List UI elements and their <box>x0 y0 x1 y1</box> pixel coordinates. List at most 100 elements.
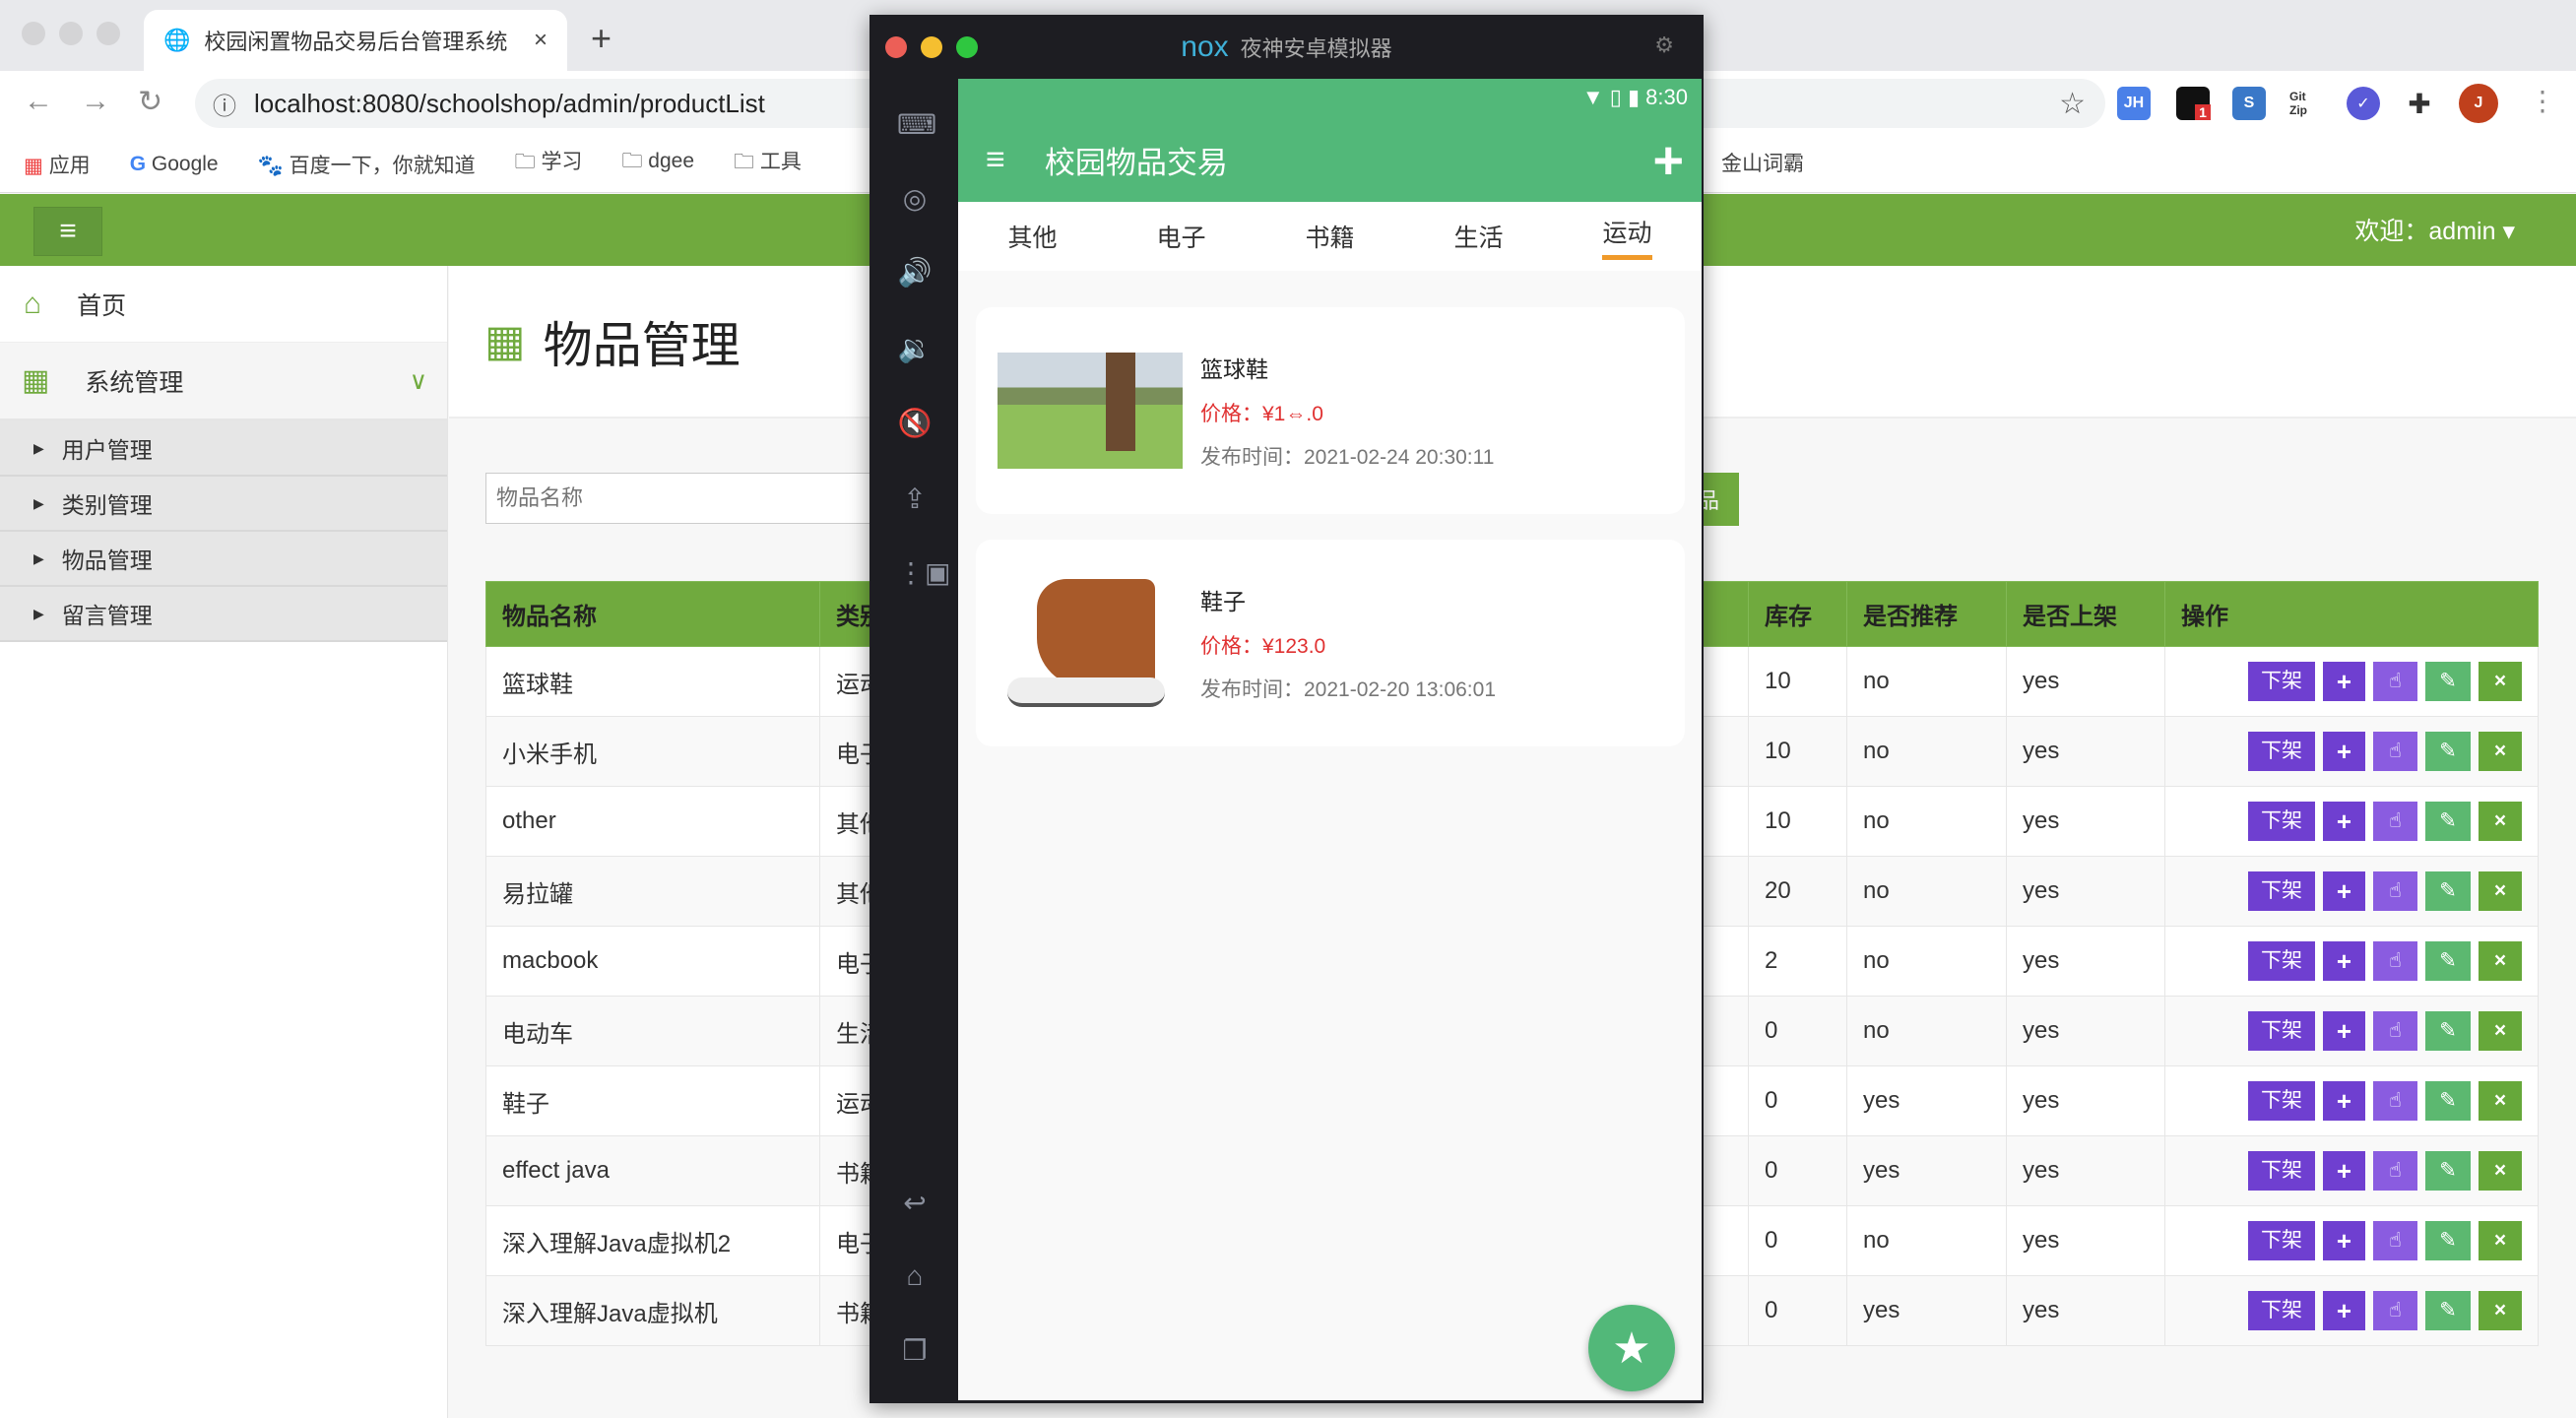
edit-button[interactable]: ✎ <box>2425 732 2471 771</box>
bookmark-folder-study[interactable]: 🗀 学习 <box>515 146 583 182</box>
delete-button[interactable]: × <box>2479 941 2522 981</box>
edit-button[interactable]: ✎ <box>2425 662 2471 701</box>
recommend-hand-icon[interactable]: ☝ <box>2373 1151 2417 1191</box>
edit-button[interactable]: ✎ <box>2425 1151 2471 1191</box>
sidebar-item-home[interactable]: ⌂ 首页 <box>0 266 447 343</box>
add-button[interactable]: + <box>2323 662 2365 701</box>
tab-life[interactable]: 生活 <box>1453 219 1503 254</box>
add-button[interactable]: + <box>2323 1081 2365 1121</box>
sidebar-item-categories[interactable]: ▶ 类别管理 <box>0 477 447 532</box>
off-shelf-button[interactable]: 下架 <box>2248 802 2315 841</box>
bookmark-apps[interactable]: ▦ 应用 <box>24 150 91 179</box>
off-shelf-button[interactable]: 下架 <box>2248 662 2315 701</box>
tab-other[interactable]: 其他 <box>1007 219 1057 254</box>
sidebar-group-system[interactable]: ▦ 系统管理 ∨ <box>0 343 447 421</box>
bookmark-folder-dgee[interactable]: 🗀 dgee <box>621 147 694 181</box>
tab-books[interactable]: 书籍 <box>1305 219 1354 254</box>
reload-icon[interactable]: ↻ <box>138 85 162 119</box>
product-card[interactable]: 篮球鞋 价格：¥1⇔.0 发布时间：2021-02-24 20:30:11 <box>976 307 1685 514</box>
star-icon[interactable]: ☆ <box>2059 87 2086 121</box>
off-shelf-button[interactable]: 下架 <box>2248 941 2315 981</box>
add-button[interactable]: + <box>2323 1291 2365 1330</box>
browser-tab[interactable]: 🌐 校园闲置物品交易后台管理系统 × <box>144 10 567 71</box>
extension-badge-icon[interactable]: 1 <box>2176 87 2211 120</box>
browser-menu-icon[interactable]: ⋮ <box>2529 85 2556 117</box>
edit-button[interactable]: ✎ <box>2425 941 2471 981</box>
window-minimize-button[interactable] <box>59 22 83 45</box>
close-tab-icon[interactable]: × <box>534 27 547 54</box>
window-maximize-button[interactable] <box>97 22 120 45</box>
sidebar-toggle-button[interactable]: ≡ <box>33 207 102 256</box>
recommend-hand-icon[interactable]: ☝ <box>2373 662 2417 701</box>
recommend-hand-icon[interactable]: ☝ <box>2373 1291 2417 1330</box>
android-home-icon[interactable]: ⌂ <box>897 1260 933 1296</box>
recommend-hand-icon[interactable]: ☝ <box>2373 871 2417 911</box>
off-shelf-button[interactable]: 下架 <box>2248 1291 2315 1330</box>
delete-button[interactable]: × <box>2479 1151 2522 1191</box>
edit-button[interactable]: ✎ <box>2425 871 2471 911</box>
recommend-hand-icon[interactable]: ☝ <box>2373 1011 2417 1051</box>
edit-button[interactable]: ✎ <box>2425 1291 2471 1330</box>
recommend-hand-icon[interactable]: ☝ <box>2373 941 2417 981</box>
bookmark-baidu[interactable]: 🐾 百度一下，你就知道 <box>258 150 476 179</box>
location-icon[interactable]: ◎ <box>897 182 933 218</box>
off-shelf-button[interactable]: 下架 <box>2248 871 2315 911</box>
favorite-fab-star-icon[interactable]: ★ <box>1588 1305 1675 1391</box>
android-recents-icon[interactable]: ❐ <box>897 1334 933 1370</box>
drawer-menu-icon[interactable]: ≡ <box>986 141 1005 179</box>
extension-gitzip-icon[interactable]: Git Zip <box>2289 87 2323 120</box>
edit-button[interactable]: ✎ <box>2425 802 2471 841</box>
android-back-icon[interactable]: ↩ <box>897 1187 933 1222</box>
recommend-hand-icon[interactable]: ☝ <box>2373 732 2417 771</box>
add-button[interactable]: + <box>2323 732 2365 771</box>
forward-icon[interactable]: → <box>81 85 110 118</box>
extension-check-icon[interactable]: ✓ <box>2347 87 2380 120</box>
add-icon[interactable]: + <box>1652 130 1684 191</box>
mute-icon[interactable]: 🔇 <box>897 407 933 442</box>
edit-button[interactable]: ✎ <box>2425 1081 2471 1121</box>
delete-button[interactable]: × <box>2479 802 2522 841</box>
extensions-puzzle-icon[interactable]: ✚ <box>2403 87 2436 120</box>
add-button[interactable]: + <box>2323 1151 2365 1191</box>
sidebar-item-products[interactable]: ▶ 物品管理 <box>0 532 447 587</box>
bookmark-google[interactable]: G Google <box>130 153 219 176</box>
off-shelf-button[interactable]: 下架 <box>2248 1151 2315 1191</box>
back-icon[interactable]: ← <box>24 85 53 118</box>
edit-button[interactable]: ✎ <box>2425 1221 2471 1260</box>
product-name-search-input[interactable] <box>485 473 899 524</box>
multi-instance-icon[interactable]: ⋮▣ <box>897 556 950 592</box>
bookmark-iciba[interactable]: 金山词霸 <box>1721 148 1804 177</box>
tab-electronics[interactable]: 电子 <box>1156 219 1205 254</box>
recommend-hand-icon[interactable]: ☝ <box>2373 802 2417 841</box>
new-tab-button[interactable]: + <box>591 18 612 59</box>
delete-button[interactable]: × <box>2479 871 2522 911</box>
user-menu[interactable]: 欢迎：admin ▾ <box>2354 212 2515 247</box>
sidebar-item-users[interactable]: ▶ 用户管理 <box>0 421 447 477</box>
off-shelf-button[interactable]: 下架 <box>2248 732 2315 771</box>
product-card[interactable]: 鞋子 价格：¥123.0 发布时间：2021-02-20 13:06:01 <box>976 540 1685 746</box>
edit-button[interactable]: ✎ <box>2425 1011 2471 1051</box>
delete-button[interactable]: × <box>2479 1011 2522 1051</box>
off-shelf-button[interactable]: 下架 <box>2248 1081 2315 1121</box>
window-close-button[interactable] <box>22 22 45 45</box>
volume-up-icon[interactable]: 🔊 <box>897 256 933 291</box>
extension-s-icon[interactable]: S <box>2232 87 2266 120</box>
recommend-hand-icon[interactable]: ☝ <box>2373 1081 2417 1121</box>
apk-install-icon[interactable]: ⇪ <box>897 483 933 518</box>
profile-avatar[interactable]: J <box>2459 84 2498 123</box>
tab-sports[interactable]: 运动 <box>1602 214 1652 260</box>
add-button[interactable]: + <box>2323 1221 2365 1260</box>
off-shelf-button[interactable]: 下架 <box>2248 1221 2315 1260</box>
volume-down-icon[interactable]: 🔉 <box>897 332 933 367</box>
recommend-hand-icon[interactable]: ☝ <box>2373 1221 2417 1260</box>
add-button[interactable]: + <box>2323 1011 2365 1051</box>
add-button[interactable]: + <box>2323 941 2365 981</box>
add-button[interactable]: + <box>2323 871 2365 911</box>
delete-button[interactable]: × <box>2479 1081 2522 1121</box>
delete-button[interactable]: × <box>2479 662 2522 701</box>
bookmark-folder-tools[interactable]: 🗀 工具 <box>734 146 802 182</box>
delete-button[interactable]: × <box>2479 1291 2522 1330</box>
sidebar-item-messages[interactable]: ▶ 留言管理 <box>0 587 447 642</box>
settings-gear-icon[interactable]: ⚙ <box>1654 32 1674 58</box>
delete-button[interactable]: × <box>2479 732 2522 771</box>
